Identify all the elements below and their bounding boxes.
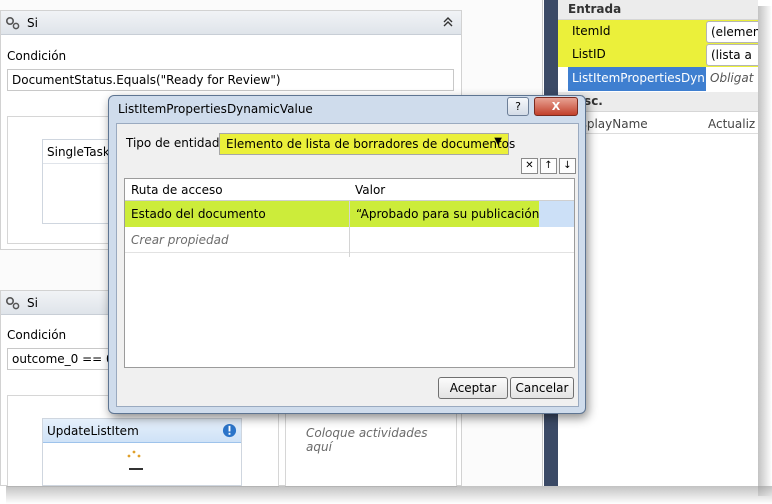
activity-icon — [5, 16, 20, 30]
shadow-bottom — [6, 486, 772, 504]
grid-header: Ruta de acceso Valor — [125, 179, 574, 201]
new-property-input[interactable]: Crear propiedad — [125, 227, 349, 253]
dialog-title: ListItemPropertiesDynamicValue — [118, 102, 313, 116]
group-misc[interactable]: Misc. — [558, 92, 758, 112]
property-value[interactable]: Obligat — [706, 68, 758, 90]
value-cell-selection — [539, 201, 574, 227]
property-name: ListID — [572, 47, 606, 61]
property-name: ListItemPropertiesDyn... — [568, 67, 706, 91]
update-list-item-title: UpdateListItem — [43, 419, 241, 443]
property-row-listid[interactable]: ListID (lista a — [558, 43, 758, 67]
property-row-itemid[interactable]: ItemId (elemen — [558, 20, 758, 44]
value-cell[interactable]: “Aprobado para su publicación” — [350, 201, 539, 227]
properties-panel: Entrada ItemId (elemen ListID (lista a L… — [558, 0, 758, 486]
column-header-path[interactable]: Ruta de acceso — [131, 183, 223, 197]
collapse-icon[interactable] — [441, 15, 455, 29]
grid-col-actualiz: Actualiz — [708, 117, 756, 131]
entity-type-label: Tipo de entidad — [126, 136, 220, 150]
dialog-titlebar[interactable]: ListItemPropertiesDynamicValue ? X — [109, 96, 585, 122]
chevron-down-icon: ▼ — [494, 136, 502, 147]
grid-header: DisplayName Actualiz — [568, 114, 758, 134]
expand-handle[interactable] — [129, 468, 143, 470]
new-property-value[interactable] — [350, 227, 574, 253]
path-cell[interactable]: Estado del documento — [125, 201, 349, 227]
warning-icon — [222, 423, 237, 438]
shadow-right — [758, 6, 772, 496]
column-header-value[interactable]: Valor — [355, 183, 385, 197]
dialog-client: Tipo de entidad Elemento de lista de bor… — [116, 123, 579, 407]
if-activity-1-title: Si — [27, 16, 38, 30]
drop-activities-hint: Coloque actividades aquí — [306, 426, 428, 454]
dynamic-value-dialog: ListItemPropertiesDynamicValue ? X Tipo … — [108, 95, 586, 414]
entity-type-value: Elemento de lista de borradores de docum… — [226, 137, 516, 151]
condition-input[interactable]: outcome_0 == 0 — [7, 348, 115, 370]
move-down-button[interactable]: ↓ — [559, 158, 576, 174]
cancel-button[interactable]: Cancelar — [510, 377, 574, 399]
update-list-item-activity[interactable]: UpdateListItem — [42, 418, 242, 486]
properties-grid: Ruta de acceso Valor Estado del document… — [124, 178, 575, 368]
activity-icon — [5, 296, 20, 310]
close-button[interactable]: X — [534, 97, 578, 116]
if-activity-1-header[interactable]: Si — [1, 11, 461, 35]
column-divider — [349, 201, 350, 257]
move-up-button[interactable]: ↑ — [540, 158, 557, 174]
delete-row-button[interactable]: ✕ — [521, 158, 538, 174]
loading-icon — [127, 450, 141, 458]
if-activity-2-title: Si — [27, 296, 38, 310]
property-name: ItemId — [572, 24, 611, 38]
property-row-listitemproperties[interactable]: ListItemPropertiesDyn... Obligat — [558, 67, 758, 91]
condition-label: Condición — [7, 328, 67, 342]
help-button[interactable]: ? — [507, 97, 529, 116]
condition-label: Condición — [7, 49, 67, 63]
property-value[interactable]: (lista a — [706, 44, 758, 66]
property-value[interactable]: (elemen — [706, 21, 758, 43]
condition-input[interactable]: DocumentStatus.Equals("Ready for Review"… — [7, 69, 454, 91]
entity-type-select[interactable]: Elemento de lista de borradores de docum… — [219, 133, 515, 155]
ok-button[interactable]: Aceptar — [438, 377, 508, 399]
group-entrada[interactable]: Entrada — [558, 0, 758, 20]
